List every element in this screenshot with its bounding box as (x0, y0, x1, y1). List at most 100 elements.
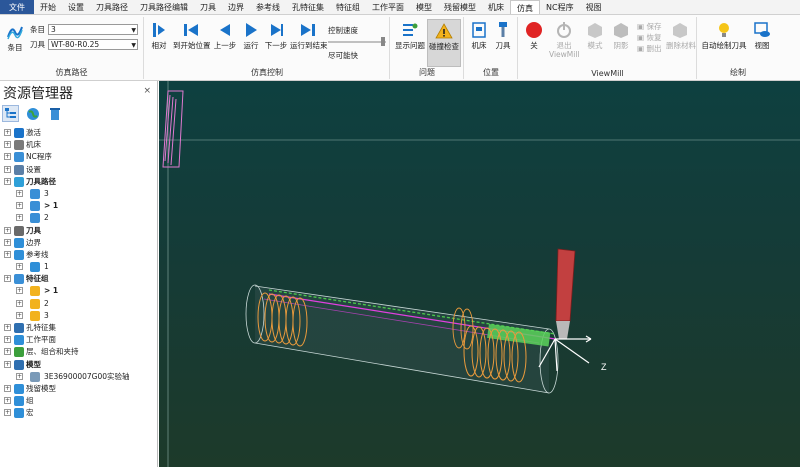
exit-viewmill-button[interactable]: 退出 ViewMill (549, 21, 580, 59)
menu-item[interactable]: 模型 (410, 0, 438, 14)
menu-item[interactable]: 设置 (62, 0, 90, 14)
tree-item[interactable]: + 刀具路径 (0, 176, 157, 188)
expand-icon[interactable]: + (16, 189, 23, 197)
tree-item[interactable]: + 模型 (0, 359, 157, 371)
tree-item[interactable]: + 工作平面 (0, 334, 157, 346)
tree-item-label: 刀具路径 (26, 176, 56, 186)
tree-item[interactable]: +1 (0, 261, 157, 273)
tree-item[interactable]: +2 (0, 298, 157, 310)
off-button[interactable]: 关 (522, 21, 546, 50)
mode-button[interactable]: 模式 (583, 21, 607, 50)
expand-icon[interactable]: + (16, 311, 23, 319)
tree-item[interactable]: + 层、组合和夹持 (0, 346, 157, 358)
menu-item[interactable]: 工作平面 (366, 0, 410, 14)
auto-draw-tool-button[interactable]: 自动绘制刀具 (701, 21, 747, 50)
tree-item[interactable]: + 宏 (0, 407, 157, 419)
expand-icon[interactable]: + (4, 141, 11, 149)
menu-item[interactable]: 开始 (34, 0, 62, 14)
menu-item[interactable]: 残留模型 (438, 0, 482, 14)
expand-icon[interactable]: + (16, 299, 23, 307)
menu-item[interactable]: 孔特征集 (286, 0, 330, 14)
speed-slider[interactable] (328, 41, 386, 43)
menu-item[interactable]: 刀具路径编辑 (134, 0, 194, 14)
expand-icon[interactable]: + (4, 238, 11, 246)
save-button[interactable]: ▣ 保存 (637, 22, 661, 31)
menu-item[interactable]: 仿真 (510, 0, 540, 14)
tool-select[interactable]: WT-80-R0.25 ▼ (48, 39, 138, 50)
previous-step-button[interactable]: 上一步 (212, 21, 238, 50)
path-select[interactable]: 3 ▼ (48, 24, 138, 35)
show-issues-button[interactable]: 显示问题 (394, 21, 426, 50)
tool-button[interactable]: 刀具 (492, 21, 514, 50)
globe-button[interactable] (24, 105, 41, 122)
tree-view-button[interactable] (2, 105, 19, 122)
expand-icon[interactable]: + (16, 287, 23, 295)
tree-item[interactable]: +3E36900007G00实验轴 (0, 371, 157, 383)
menu-item[interactable]: 视图 (580, 0, 608, 14)
expand-icon[interactable]: + (4, 177, 11, 185)
tree-item[interactable]: + 激活 (0, 127, 157, 139)
expand-icon[interactable]: + (4, 250, 11, 258)
delete-out-button[interactable]: ▣ 删出 (637, 44, 661, 53)
tree-item[interactable]: + 机床 (0, 139, 157, 151)
menu-item[interactable]: 刀具路径 (90, 0, 134, 14)
expand-icon[interactable]: + (4, 324, 11, 331)
tree-item[interactable]: + NC程序 (0, 151, 157, 163)
tree-item[interactable]: + > 1 (0, 285, 157, 297)
next-step-button[interactable]: 下一步 (264, 21, 288, 50)
menu-item[interactable]: NC程序 (540, 0, 580, 14)
expand-icon[interactable]: + (4, 409, 11, 417)
expand-icon[interactable]: + (16, 263, 23, 271)
menu-item[interactable]: 边界 (222, 0, 250, 14)
tree-item[interactable]: + 残留模型 (0, 383, 157, 395)
simulation-viewport[interactable]: Z (159, 81, 800, 467)
expand-icon[interactable]: + (4, 153, 11, 161)
to-start-button[interactable]: 到开始位置 (173, 21, 211, 50)
expand-icon[interactable]: + (4, 165, 11, 173)
tree-item-icon (30, 188, 40, 199)
expand-icon[interactable]: + (4, 226, 11, 234)
expand-icon[interactable]: + (4, 129, 11, 136)
tree-item-label: 组 (26, 396, 34, 406)
menu-item[interactable]: 刀具 (194, 0, 222, 14)
view-button[interactable]: 视图 (750, 21, 774, 50)
path-button[interactable]: 条目 (3, 23, 27, 52)
speed-slider-handle[interactable] (381, 37, 385, 46)
close-icon[interactable]: × (143, 86, 151, 96)
tree-item[interactable]: + 边界 (0, 237, 157, 249)
expand-icon[interactable]: + (4, 384, 11, 392)
tree-item[interactable]: + 特征组 (0, 273, 157, 285)
expand-icon[interactable]: + (4, 348, 11, 356)
restore-button[interactable]: ▣ 恢复 (637, 33, 661, 42)
tree-item[interactable]: + 设置 (0, 164, 157, 176)
tree-item[interactable]: +3 (0, 188, 157, 200)
relative-button[interactable]: 相对 (148, 21, 170, 50)
run-button[interactable]: 运行 (240, 21, 262, 50)
expand-icon[interactable]: + (16, 372, 23, 380)
expand-icon[interactable]: + (16, 202, 23, 210)
tree-item[interactable]: + > 1 (0, 200, 157, 212)
expand-icon[interactable]: + (16, 214, 23, 222)
tree-item[interactable]: + 组 (0, 395, 157, 407)
expand-icon[interactable]: + (4, 360, 11, 368)
delete-material-button[interactable]: 删除材料 (666, 21, 696, 50)
machine-button[interactable]: 机床 (468, 21, 490, 50)
menu-item[interactable]: 机床 (482, 0, 510, 14)
run-to-end-button[interactable]: 运行到结束 (290, 21, 328, 50)
tree-item[interactable]: +2 (0, 212, 157, 224)
shade-button[interactable]: 阴影 (609, 21, 633, 50)
expand-icon[interactable]: + (4, 397, 11, 405)
menu-item[interactable]: 特征组 (330, 0, 366, 14)
tree-item[interactable]: + 刀具 (0, 225, 157, 237)
tree-item[interactable]: + 参考线 (0, 249, 157, 261)
tree-item[interactable]: + 孔特征集 (0, 322, 157, 334)
expand-icon[interactable]: + (4, 275, 11, 283)
tree-item[interactable]: +3 (0, 310, 157, 322)
recycle-bin-button[interactable] (46, 105, 63, 122)
menu-item[interactable]: 参考线 (250, 0, 286, 14)
menu-item[interactable]: 文件 (0, 0, 34, 14)
collision-check-button[interactable]: 碰撞检查 (427, 19, 461, 67)
tree-item-label: 边界 (26, 237, 41, 247)
expand-icon[interactable]: + (4, 336, 11, 344)
tree-item-icon (30, 262, 40, 273)
